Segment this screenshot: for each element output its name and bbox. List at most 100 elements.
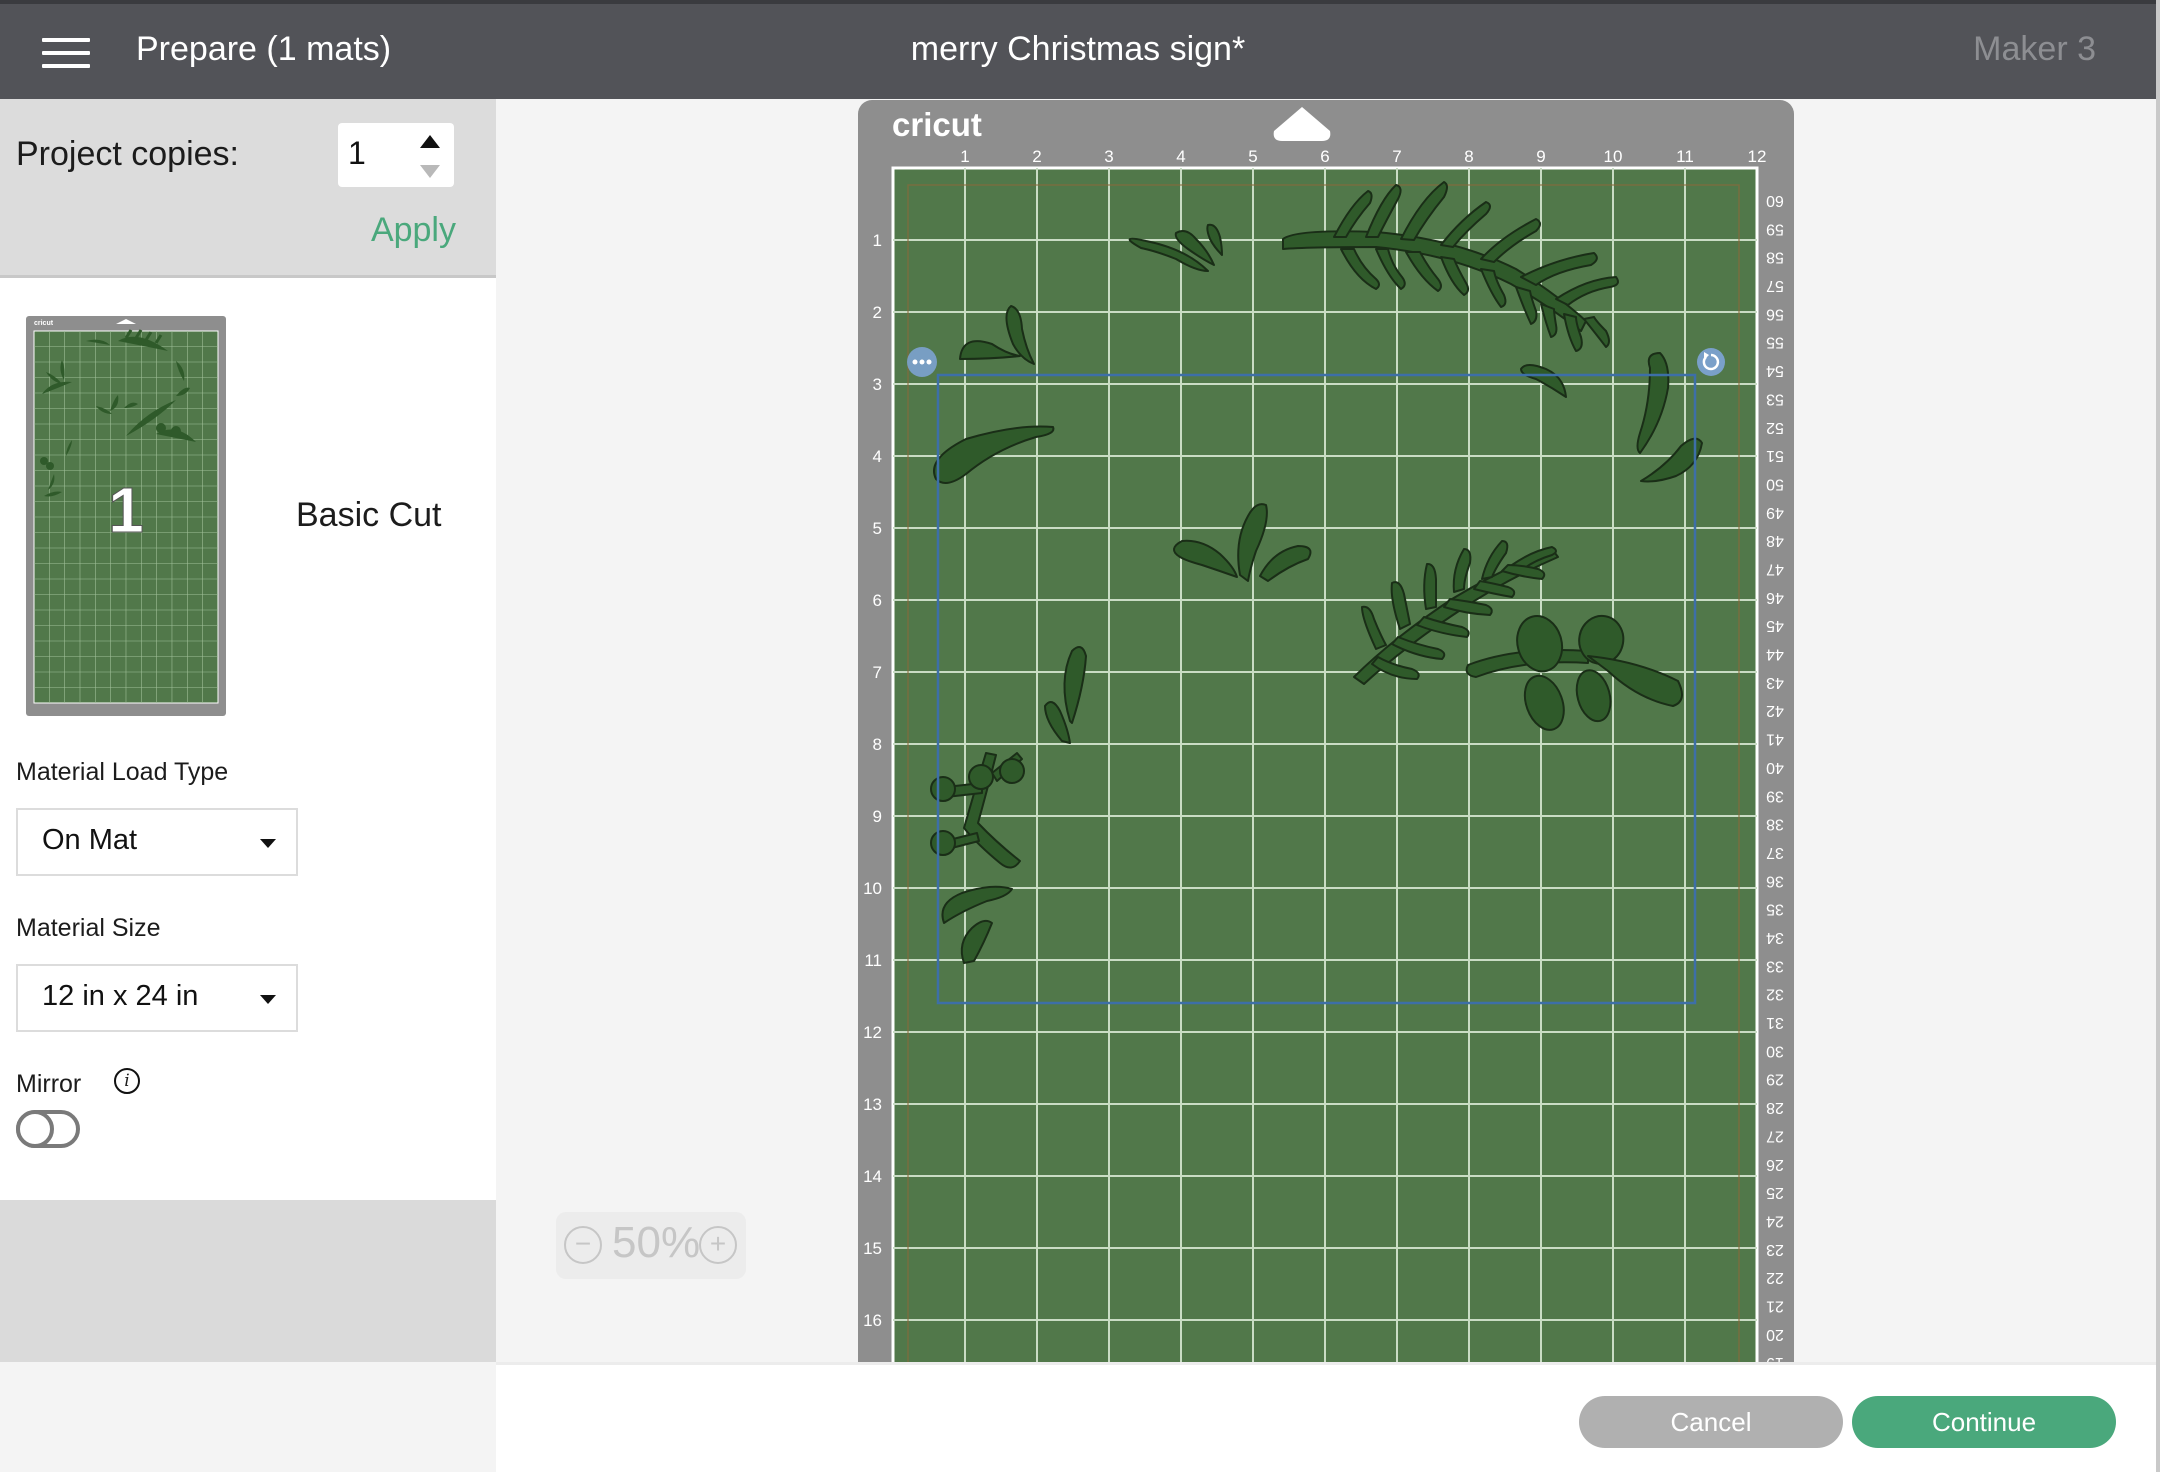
ruler-label-right: 22 xyxy=(1766,1269,1784,1286)
ruler-label-right: 35 xyxy=(1766,901,1784,918)
ruler-label-right: 33 xyxy=(1766,957,1784,974)
footer-bar: Cancel Continue xyxy=(496,1362,2156,1472)
background-window-edge xyxy=(2156,0,2160,1472)
ruler-label-left: 16 xyxy=(863,1311,882,1330)
ruler-label-right: 45 xyxy=(1766,617,1784,634)
zoom-control: − 50% + xyxy=(556,1212,746,1279)
ruler-label-left: 3 xyxy=(873,375,882,394)
mat-number: 1 xyxy=(108,474,144,546)
ruler-label-left: 1 xyxy=(873,231,882,250)
ruler-label-right: 29 xyxy=(1766,1071,1784,1088)
ruler-label-right: 26 xyxy=(1766,1156,1784,1173)
ruler-label-right: 25 xyxy=(1766,1184,1784,1201)
ruler-label-right: 49 xyxy=(1766,504,1784,521)
ruler-label-top: 4 xyxy=(1176,147,1185,166)
material-size-select[interactable]: 12 in x 24 in xyxy=(16,964,298,1032)
ruler-label-right: 38 xyxy=(1766,816,1784,833)
ruler-label-left: 8 xyxy=(873,735,882,754)
zoom-level: 50% xyxy=(612,1218,701,1267)
decrement-arrow-icon[interactable] xyxy=(420,165,440,178)
chevron-down-icon xyxy=(260,995,276,1004)
project-copies-stepper[interactable]: 1 xyxy=(338,123,454,187)
ruler-label-right: 46 xyxy=(1766,589,1784,606)
ruler-label-top: 12 xyxy=(1748,147,1767,166)
ruler-label-left: 6 xyxy=(873,591,882,610)
mirror-label: Mirror xyxy=(16,1070,82,1098)
selection-options-handle xyxy=(907,347,937,377)
ruler-label-right: 31 xyxy=(1766,1014,1784,1031)
ruler-label-right: 34 xyxy=(1766,929,1784,946)
zoom-out-icon[interactable]: − xyxy=(564,1226,602,1264)
material-load-type-value: On Mat xyxy=(42,824,138,856)
ruler-label-left: 7 xyxy=(873,663,882,682)
ruler-label-left: 5 xyxy=(873,519,882,538)
ruler-label-right: 27 xyxy=(1766,1127,1784,1144)
ruler-label-right: 51 xyxy=(1766,447,1784,464)
material-load-type-label: Material Load Type xyxy=(16,758,229,786)
mat-thumbnail[interactable]: cricut 1 xyxy=(26,316,226,716)
ruler-label-right: 39 xyxy=(1766,787,1784,804)
ruler-label-right: 50 xyxy=(1766,475,1784,492)
info-icon[interactable]: i xyxy=(114,1068,140,1094)
mat-settings-panel: cricut 1 Basic Cut Material Load Type On… xyxy=(0,278,496,1200)
toggle-knob xyxy=(16,1110,54,1148)
ruler-label-right: 24 xyxy=(1766,1212,1784,1229)
page-title: Prepare (1 mats) xyxy=(136,30,392,68)
ruler-label-right: 59 xyxy=(1766,220,1784,237)
ruler-label-left: 14 xyxy=(863,1167,882,1186)
ruler-label-right: 21 xyxy=(1766,1298,1784,1315)
ruler-label-left: 11 xyxy=(864,951,882,970)
ruler-label-top: 8 xyxy=(1464,147,1473,166)
mirror-toggle[interactable] xyxy=(16,1110,80,1148)
project-copies-value[interactable]: 1 xyxy=(348,135,366,172)
continue-button[interactable]: Continue xyxy=(1852,1396,2116,1448)
ruler-label-left: 9 xyxy=(873,807,882,826)
ruler-label-right: 47 xyxy=(1766,561,1784,578)
ruler-label-left: 4 xyxy=(873,447,882,466)
rotate-handle-icon xyxy=(1697,348,1725,376)
ruler-label-top: 2 xyxy=(1032,147,1041,166)
ruler-label-left: 10 xyxy=(863,879,882,898)
ruler-label-top: 1 xyxy=(960,147,969,166)
cancel-button[interactable]: Cancel xyxy=(1579,1396,1843,1448)
ruler-label-right: 41 xyxy=(1766,731,1784,748)
ruler-label-right: 30 xyxy=(1766,1042,1784,1059)
ruler-label-left: 13 xyxy=(863,1095,882,1114)
ruler-label-right: 37 xyxy=(1766,844,1784,861)
top-bar: merry Christmas sign* Prepare (1 mats) M… xyxy=(0,0,2156,99)
material-size-label: Material Size xyxy=(16,914,161,942)
apply-button[interactable]: Apply xyxy=(371,211,456,250)
ruler-label-right: 55 xyxy=(1766,334,1784,351)
thumb-brand: cricut xyxy=(34,320,54,327)
ruler-label-top: 10 xyxy=(1604,147,1623,166)
project-copies-panel: Project copies: 1 Apply xyxy=(0,99,496,278)
chevron-down-icon xyxy=(260,839,276,848)
zoom-in-icon[interactable]: + xyxy=(699,1226,737,1264)
ruler-label-right: 57 xyxy=(1766,277,1784,294)
left-footer xyxy=(0,1362,496,1472)
mat-brand-logo: cricut xyxy=(892,106,982,143)
mat-thumbnail-graphic: cricut 1 xyxy=(33,319,219,704)
increment-arrow-icon[interactable] xyxy=(420,135,440,148)
ruler-label-right: 48 xyxy=(1766,532,1784,549)
ruler-label-right: 20 xyxy=(1766,1326,1784,1343)
ruler-label-right: 60 xyxy=(1766,192,1784,209)
machine-name[interactable]: Maker 3 xyxy=(1973,30,2096,69)
ruler-label-right: 52 xyxy=(1766,419,1784,436)
ruler-label-left: 2 xyxy=(873,303,882,322)
ruler-label-right: 23 xyxy=(1766,1241,1784,1258)
ruler-label-right: 56 xyxy=(1766,305,1784,322)
ruler-label-top: 6 xyxy=(1320,147,1329,166)
ruler-label-right: 36 xyxy=(1766,872,1784,889)
left-panel-empty xyxy=(0,1200,496,1362)
ruler-label-top: 11 xyxy=(1676,147,1694,166)
ruler-label-right: 43 xyxy=(1766,674,1784,691)
ruler-label-top: 5 xyxy=(1248,147,1257,166)
ruler-label-right: 28 xyxy=(1766,1099,1784,1116)
material-load-type-select[interactable]: On Mat xyxy=(16,808,298,876)
ruler-label-top: 7 xyxy=(1392,147,1401,166)
ruler-label-right: 53 xyxy=(1766,390,1784,407)
mat-canvas[interactable]: cricut 1 2 3 4 5 6 7 8 9 10 11 12 1 2 3 4 5 6 7 8 9 10 11 12 13… xyxy=(496,99,2156,1362)
project-copies-label: Project copies: xyxy=(16,135,239,173)
ruler-label-right: 44 xyxy=(1766,646,1784,663)
